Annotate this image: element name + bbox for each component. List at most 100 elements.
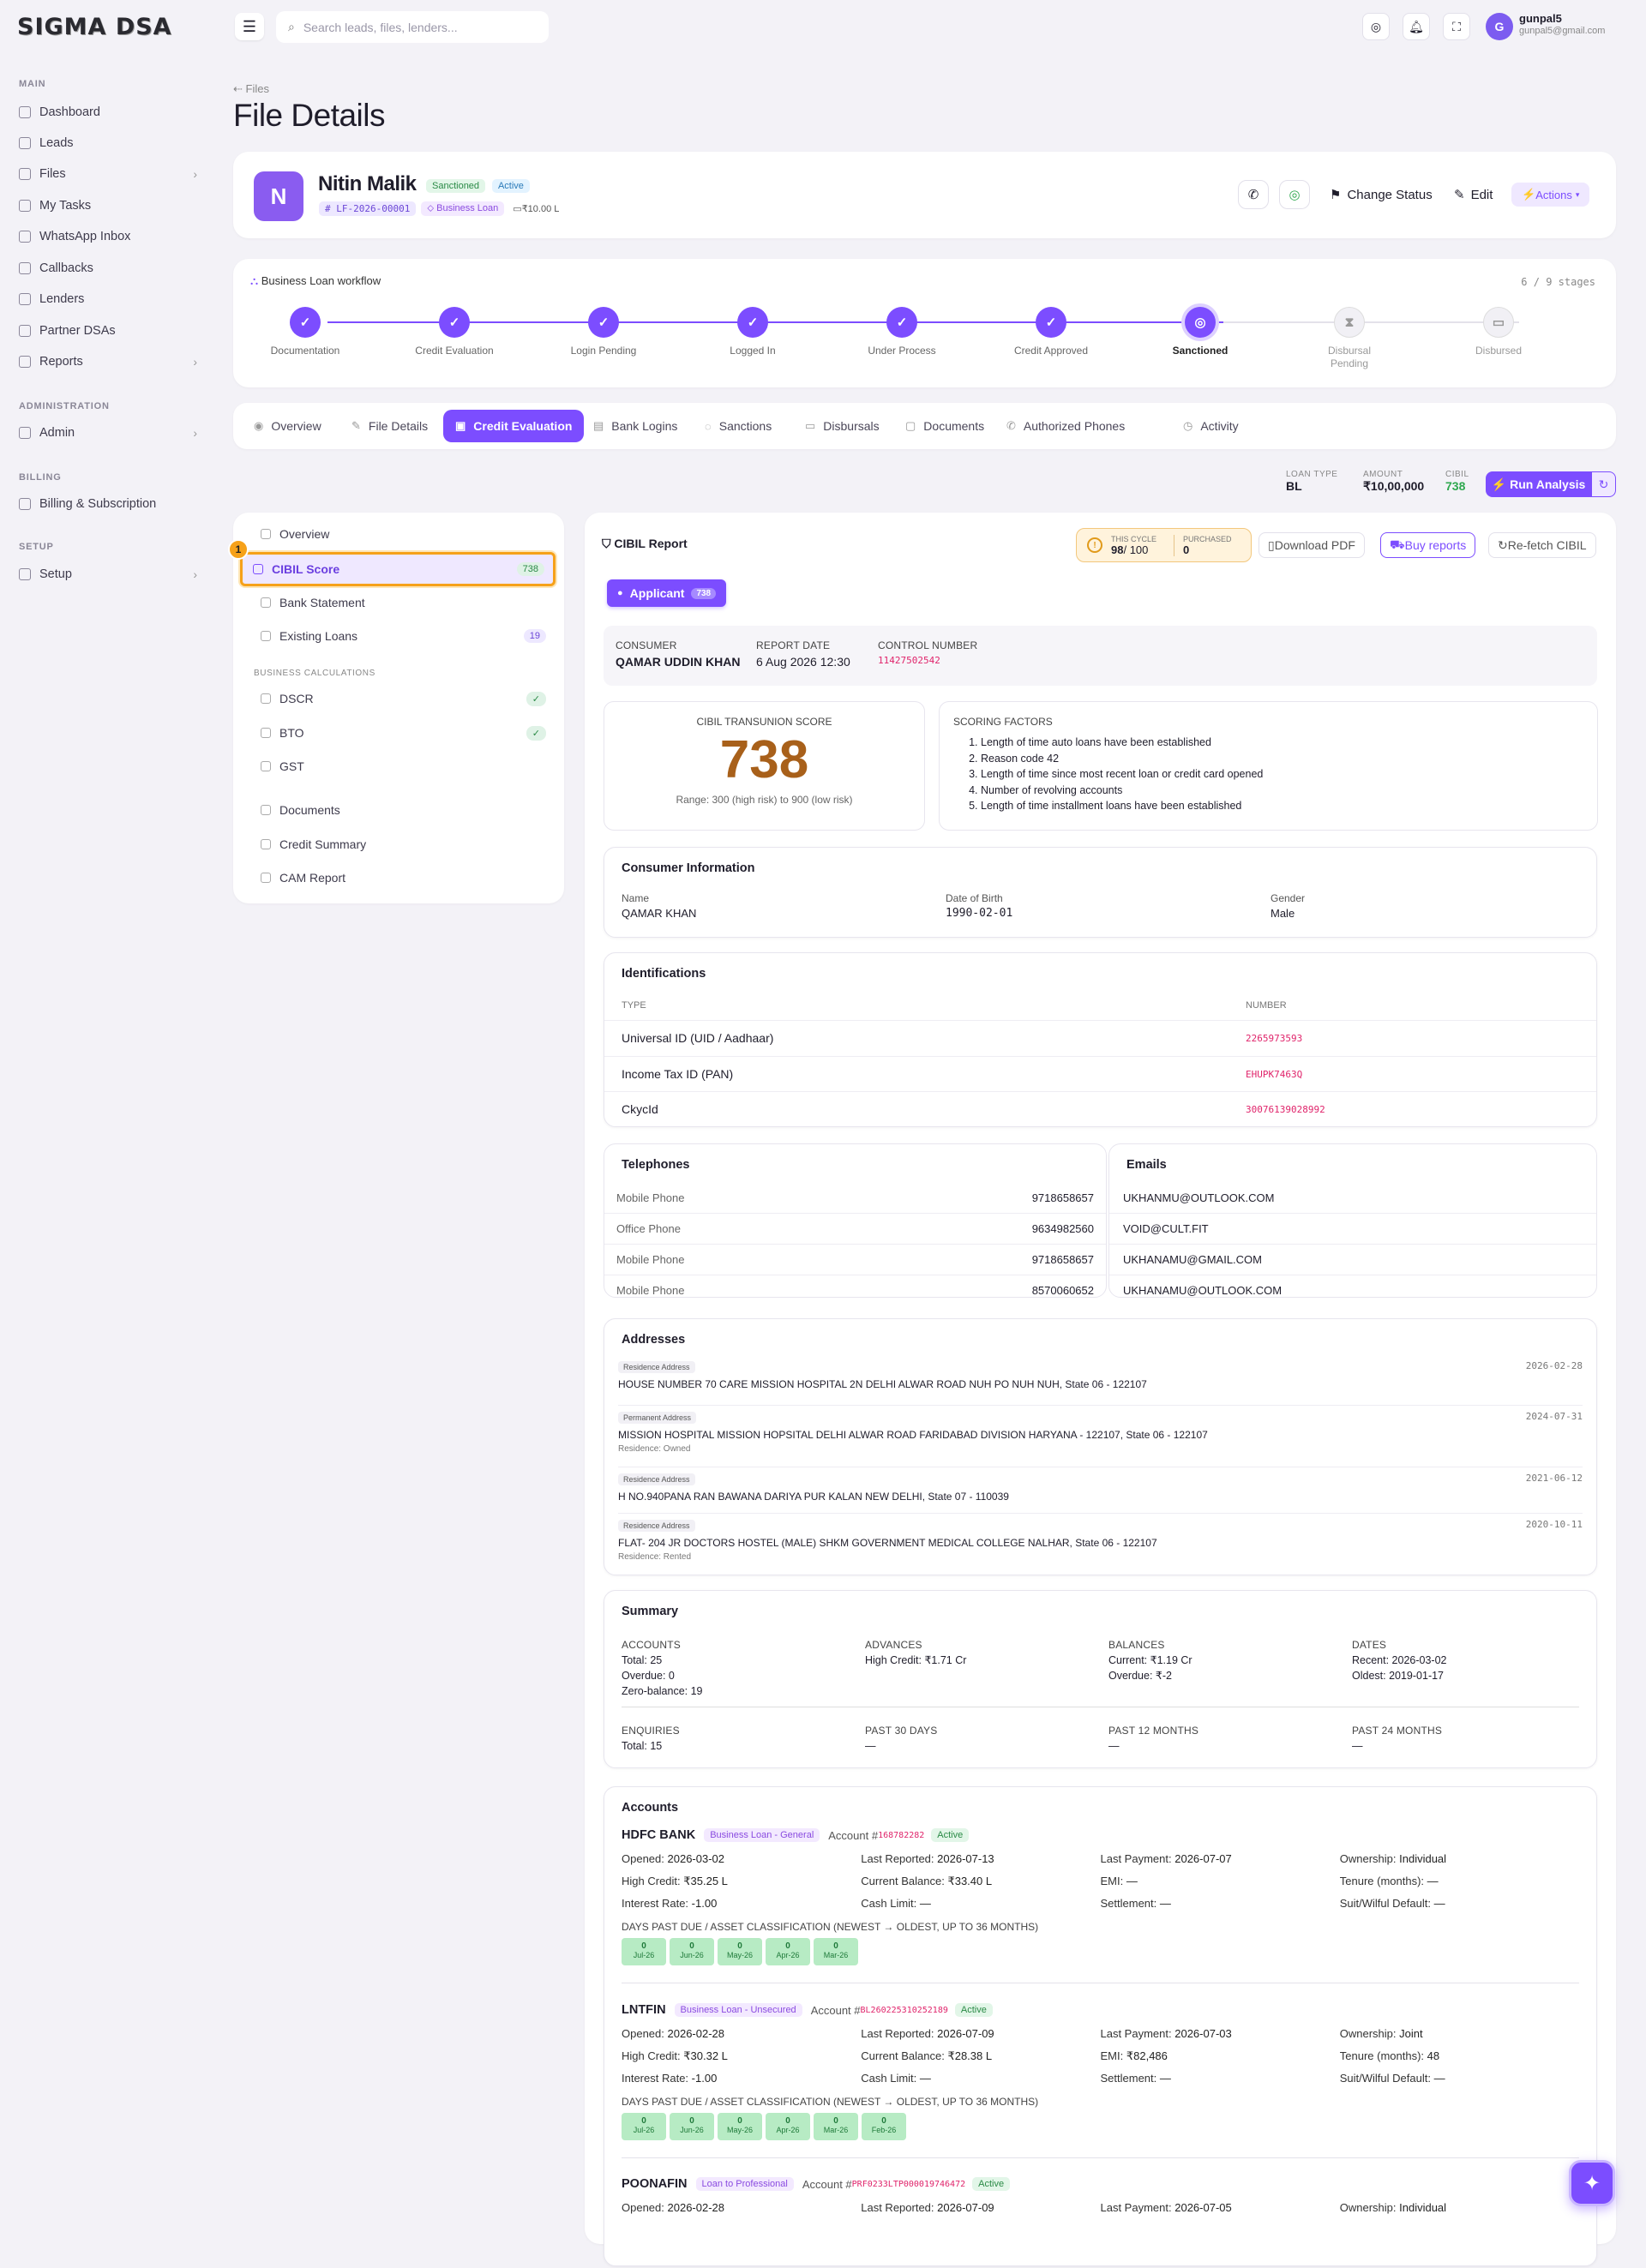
- dpd-cell: 0 Feb-26: [862, 2113, 906, 2140]
- applicant-tab[interactable]: ● Applicant 738: [607, 579, 727, 607]
- report-title: ⛉ CIBIL Report: [602, 537, 688, 551]
- sidebar-item-my-tasks[interactable]: My Tasks: [19, 193, 197, 219]
- fullscreen-button[interactable]: ⛶: [1443, 13, 1470, 40]
- tab-disbursals[interactable]: ▭ Disbursals: [793, 410, 892, 442]
- tag-icon: ⬦: [427, 203, 437, 213]
- tab-file-details[interactable]: ✎ File Details: [339, 410, 440, 442]
- account-field: Opened: 2026-02-28: [622, 2027, 861, 2049]
- score-label: CIBIL TRANSUNION SCORE: [696, 716, 832, 728]
- breadcrumb[interactable]: ⇠ Files: [233, 82, 269, 96]
- accounts-section: Accounts HDFC BANK Business Loan - Genera…: [604, 1786, 1597, 2266]
- email-address[interactable]: VOID@CULT.FIT: [1123, 1222, 1209, 1235]
- nav-existing-loans[interactable]: Existing Loans 19: [250, 621, 555, 651]
- id-type: CkycId: [622, 1102, 658, 1116]
- sparkle-icon: ✦: [1583, 2171, 1601, 2195]
- brand-logo[interactable]: SIGMA DSA: [17, 14, 172, 40]
- summary-loan-type: LOAN TYPE BL: [1286, 470, 1337, 493]
- balances-current: Current: ₹1.19 Cr: [1108, 1654, 1192, 1666]
- dpd-month: Jul-26: [633, 2126, 655, 2134]
- tab-documents[interactable]: ▢ Documents: [893, 410, 996, 442]
- download-pdf-label: Download PDF: [1274, 538, 1355, 552]
- field-label: Opened:: [622, 2201, 664, 2214]
- search-input[interactable]: ⌕ Search leads, files, lenders...: [276, 11, 549, 43]
- nav-overview[interactable]: Overview: [250, 519, 555, 549]
- dates-label: DATES: [1352, 1639, 1387, 1651]
- sidebar-item-reports[interactable]: Reports ›: [19, 349, 197, 375]
- refresh-icon: ↻: [1598, 477, 1609, 491]
- tab-sanctions[interactable]: ◌ Sanctions: [693, 410, 784, 442]
- hamburger-icon: ☰: [242, 17, 257, 35]
- phone-number[interactable]: 9634982560: [1032, 1222, 1094, 1235]
- dob-value: 1990-02-01: [946, 907, 1013, 920]
- nav-dscr[interactable]: DSCR ✓: [250, 684, 555, 713]
- phone-number[interactable]: 8570060652: [1032, 1284, 1094, 1297]
- account-field: Tenure (months): 48: [1340, 2049, 1579, 2072]
- nav-gst[interactable]: GST: [250, 752, 555, 781]
- avatar[interactable]: G: [1486, 13, 1513, 40]
- advances-label: ADVANCES: [865, 1639, 922, 1651]
- dpd-cell: 0 May-26: [718, 2113, 762, 2140]
- past-24-label: PAST 24 MONTHS: [1352, 1725, 1443, 1737]
- refetch-cibil-button[interactable]: ↻ Re-fetch CIBIL: [1488, 532, 1596, 558]
- nav-bank-statement[interactable]: Bank Statement: [250, 588, 555, 617]
- sidebar-item-callbacks[interactable]: Callbacks: [19, 255, 197, 281]
- status-badge-sanctioned: Sanctioned: [426, 179, 486, 194]
- flag-icon: ⚑: [1330, 188, 1342, 202]
- buy-reports-button[interactable]: ⛟ Buy reports: [1380, 532, 1476, 558]
- dpd-cell: 0 Apr-26: [766, 2113, 810, 2140]
- name-label: Name: [622, 892, 650, 904]
- nav-credit-summary[interactable]: Credit Summary: [250, 830, 555, 859]
- change-status-button[interactable]: ⚑ Change Status: [1330, 180, 1433, 209]
- workflow-title-text: Business Loan workflow: [261, 274, 381, 287]
- tab-bank-logins[interactable]: ▤ Bank Logins: [581, 410, 689, 442]
- field-label: Last Payment:: [1100, 1852, 1172, 1865]
- run-analysis-button[interactable]: ⚡ Run Analysis: [1486, 471, 1591, 497]
- dpd-label: DAYS PAST DUE / ASSET CLASSIFICATION (NE…: [622, 1921, 1039, 1933]
- address-item: Residence Address 2026-02-28 HOUSE NUMBER …: [618, 1359, 1583, 1403]
- phone-number[interactable]: 9718658657: [1032, 1191, 1094, 1204]
- phone-number[interactable]: 9718658657: [1032, 1253, 1094, 1266]
- sidebar-item-leads[interactable]: Leads: [19, 130, 197, 156]
- sidebar-item-billing[interactable]: Billing & Subscription: [19, 491, 197, 517]
- email-address[interactable]: UKHANAMU@OUTLOOK.COM: [1123, 1284, 1282, 1297]
- user-name[interactable]: gunpal5: [1519, 12, 1562, 25]
- tab-authorized-phones[interactable]: ✆ Authorized Phones: [994, 410, 1137, 442]
- dob-label: Date of Birth: [946, 892, 1003, 904]
- whatsapp-button[interactable]: ◎: [1362, 13, 1390, 40]
- nav-cibil-score[interactable]: CIBIL Score 738: [240, 552, 556, 586]
- sidebar-item-whatsapp-inbox[interactable]: WhatsApp Inbox: [19, 224, 197, 249]
- notifications-button[interactable]: 🔔︎: [1403, 13, 1430, 40]
- email-address[interactable]: UKHANAMU@GMAIL.COM: [1123, 1253, 1262, 1266]
- sidebar-item-admin[interactable]: Admin ›: [19, 420, 197, 446]
- edit-button[interactable]: ✎ Edit: [1454, 180, 1493, 209]
- download-pdf-button[interactable]: ▯ Download PDF: [1259, 532, 1365, 558]
- tab-credit-evaluation[interactable]: ▣ Credit Evaluation: [443, 410, 585, 442]
- ai-assistant-button[interactable]: ✦: [1569, 2160, 1615, 2206]
- sidebar-item-lenders[interactable]: Lenders: [19, 286, 197, 312]
- sidebar-item-partner-dsas[interactable]: Partner DSAs: [19, 318, 197, 344]
- field-value: 2026-07-05: [1174, 2201, 1232, 2214]
- nav-bto[interactable]: BTO ✓: [250, 718, 555, 747]
- nav-cam-report[interactable]: CAM Report: [250, 863, 555, 892]
- workflow-progress: 6 / 9 stages: [1521, 276, 1595, 288]
- sidebar-item-dashboard[interactable]: Dashboard: [19, 99, 197, 125]
- shield-icon: ⛉: [602, 537, 615, 550]
- email-address[interactable]: UKHANMU@OUTLOOK.COM: [1123, 1191, 1274, 1204]
- sidebar-item-files[interactable]: Files ›: [19, 161, 197, 187]
- tab-activity[interactable]: ◷ Activity: [1171, 410, 1251, 442]
- check-icon: ✓: [526, 725, 546, 741]
- call-button[interactable]: ✆: [1238, 180, 1269, 209]
- sidebar-item-setup[interactable]: Setup ›: [19, 561, 197, 587]
- file-id: LF-2026-00001: [336, 203, 411, 214]
- whatsapp-chat-button[interactable]: ◎: [1279, 180, 1310, 209]
- refresh-analysis-button[interactable]: ↻: [1591, 471, 1616, 497]
- dpd-value: 0: [785, 1941, 790, 1951]
- phone-type: Office Phone: [616, 1222, 681, 1235]
- menu-toggle-button[interactable]: ☰: [235, 13, 264, 40]
- nav-documents[interactable]: Documents: [250, 795, 555, 825]
- tab-overview[interactable]: ◉ Overview: [242, 410, 333, 442]
- nav-label: BTO: [279, 726, 304, 740]
- account-field: Interest Rate: -1.00: [622, 1897, 861, 1919]
- summary-section: Summary ACCOUNTS Total: 25 Overdue: 0 Zero-…: [604, 1590, 1597, 1768]
- actions-dropdown[interactable]: ⚡ Actions ▾: [1511, 183, 1590, 207]
